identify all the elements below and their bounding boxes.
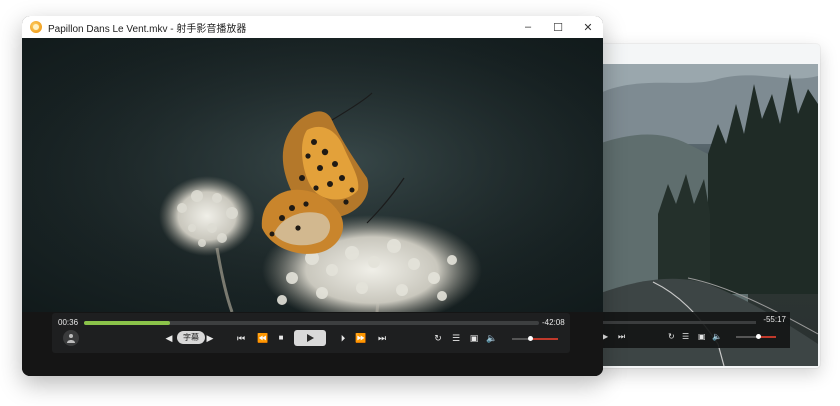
seek-bar[interactable] xyxy=(84,321,539,325)
stop-icon[interactable]: ■ xyxy=(276,331,286,345)
rotate-icon[interactable]: ↻ xyxy=(432,331,444,345)
seek-progress xyxy=(84,321,171,325)
background-control-bar: -55:17 ▶ ⏭ ↻ ☰ ▣ 🔈 xyxy=(598,312,790,348)
rewind-icon[interactable]: ⏪ xyxy=(256,331,270,345)
skip-next-icon[interactable]: ⏭ xyxy=(375,331,389,345)
play-button[interactable] xyxy=(294,330,326,346)
screenshot-icon[interactable]: ▣ xyxy=(468,331,480,345)
window-title: Papillon Dans Le Vent.mkv - 射手影音播放器 xyxy=(48,23,247,35)
title-bar[interactable]: Papillon Dans Le Vent.mkv - 射手影音播放器 – ☐ … xyxy=(22,16,603,38)
player-window: Papillon Dans Le Vent.mkv - 射手影音播放器 – ☐ … xyxy=(22,16,603,376)
skip-next-icon[interactable]: ⏭ xyxy=(618,330,625,344)
splayer-logo-icon xyxy=(30,21,42,33)
background-seek-track xyxy=(598,321,756,324)
remaining-time: -42:08 xyxy=(542,318,565,327)
elapsed-time: 00:36 xyxy=(58,318,79,327)
playlist-icon[interactable]: ☰ xyxy=(682,330,689,344)
volume-slider[interactable] xyxy=(512,336,558,341)
account-button[interactable] xyxy=(63,330,79,346)
volume-level xyxy=(530,338,558,340)
skip-previous-icon[interactable]: ⏮ xyxy=(234,331,248,345)
volume-icon[interactable]: 🔈 xyxy=(712,330,722,344)
maximize-button[interactable]: ☐ xyxy=(543,16,573,38)
volume-icon[interactable]: 🔈 xyxy=(485,331,499,345)
control-area: 00:36 -42:08 ◀ 字幕 ▶ ⏮ ⏪ ■ ⏵ ⏩ ⏭ ↻ ☰ ▣ 🔈 xyxy=(22,312,603,376)
close-button[interactable]: ✕ xyxy=(573,16,603,38)
subtitle-prev-button[interactable]: ◀ xyxy=(165,331,173,345)
background-remaining-time: -55:17 xyxy=(763,315,786,324)
user-icon xyxy=(67,334,75,343)
playlist-icon[interactable]: ☰ xyxy=(450,331,462,345)
fast-forward-icon[interactable]: ⏩ xyxy=(354,331,368,345)
play-icon xyxy=(307,334,314,342)
subtitle-button[interactable]: 字幕 xyxy=(177,331,205,344)
background-player-window: -55:17 ▶ ⏭ ↻ ☰ ▣ 🔈 xyxy=(596,44,820,368)
subtitle-next-button[interactable]: ▶ xyxy=(206,331,214,345)
screenshot-icon[interactable]: ▣ xyxy=(698,330,706,344)
frame-step-icon[interactable]: ⏵ xyxy=(336,331,350,345)
video-frame[interactable] xyxy=(22,38,603,312)
minimize-button[interactable]: – xyxy=(513,16,543,38)
background-volume-knob[interactable] xyxy=(756,334,761,339)
rotate-icon[interactable]: ↻ xyxy=(668,330,675,344)
